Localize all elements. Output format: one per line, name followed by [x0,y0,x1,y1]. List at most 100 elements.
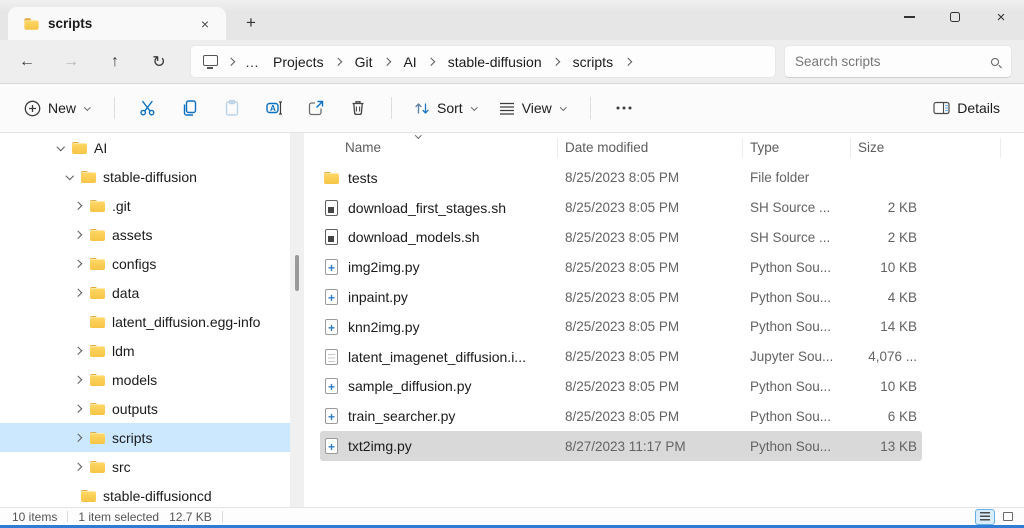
sidebar-item-scripts[interactable]: scripts [0,423,290,452]
date-modified: 8/25/2023 8:05 PM [565,170,680,186]
tree-chevron-icon[interactable] [74,433,83,442]
breadcrumb-item[interactable]: AI [399,52,420,72]
tree-chevron-icon[interactable] [74,346,83,355]
forward-button[interactable]: → [54,46,88,78]
view-button[interactable]: View [491,94,576,122]
sidebar-scrollbar[interactable] [290,133,304,507]
table-row[interactable]: tests 8/25/2023 8:05 PM File folder [320,163,922,193]
table-row[interactable]: knn2img.py 8/25/2023 8:05 PM Python Sou.… [320,312,922,342]
sidebar-item-models[interactable]: models [0,365,290,394]
file-size: 2 KB [887,200,917,216]
details-pane-button[interactable]: Details [925,94,1008,122]
sort-button[interactable]: Sort [406,94,487,122]
more-options-button[interactable] [608,92,640,124]
view-button-label: View [521,100,552,116]
ellipsis-icon [616,106,632,110]
file-size: 2 KB [887,229,917,245]
sidebar-item-src[interactable]: src [0,452,290,481]
table-row[interactable]: img2img.py 8/25/2023 8:05 PM Python Sou.… [320,252,922,282]
table-row[interactable]: download_models.sh 8/25/2023 8:05 PM SH … [320,223,922,253]
file-name: sample_diffusion.py [348,378,472,395]
delete-button[interactable] [342,92,374,124]
table-row[interactable]: download_first_stages.sh 8/25/2023 8:05 … [320,193,922,223]
cut-button[interactable] [132,92,164,124]
table-row[interactable]: latent_imagenet_diffusion.i... 8/25/2023… [320,342,922,372]
column-header-size[interactable]: Size [858,140,884,155]
copy-button[interactable] [174,92,206,124]
sidebar-item-stable-diffusioncd[interactable]: stable-diffusioncd [0,481,290,507]
sidebar-item-assets[interactable]: assets [0,220,290,249]
date-modified: 8/25/2023 8:05 PM [565,200,680,216]
close-tab-icon[interactable]: × [194,13,216,35]
close-window-button[interactable]: × [978,0,1024,34]
sidebar-item-ldm[interactable]: ldm [0,336,290,365]
sidebar-item-label: configs [112,255,157,272]
chevron-right-icon[interactable] [227,57,236,66]
chevron-right-icon[interactable] [553,57,562,66]
tree-chevron-icon[interactable] [65,172,74,181]
tree-chevron-icon[interactable] [65,491,74,500]
date-modified: 8/27/2023 11:17 PM [565,438,686,454]
tree-chevron-icon[interactable] [74,462,83,471]
sidebar-item-configs[interactable]: configs [0,249,290,278]
share-button[interactable] [300,92,332,124]
tree-chevron-icon[interactable] [74,230,83,239]
sidebar-item-latent-diffusion-egg-info[interactable]: latent_diffusion.egg-info [0,307,290,336]
tree-chevron-icon[interactable] [74,317,83,326]
chevron-right-icon[interactable] [428,57,437,66]
sidebar-item-ai[interactable]: AI [0,133,290,162]
sidebar-item--git[interactable]: .git [0,191,290,220]
column-header-name[interactable]: Name [345,140,381,155]
breadcrumb-item[interactable]: Projects [269,52,328,72]
sidebar-item-label: assets [112,226,153,243]
back-button[interactable]: ← [10,46,44,78]
shell-script-file-icon [324,199,339,216]
title-bar: scripts × + × [0,0,1024,40]
column-header-type[interactable]: Type [750,140,779,155]
folder-icon [90,431,105,444]
up-button[interactable]: ↑ [98,46,132,78]
table-row[interactable]: inpaint.py 8/25/2023 8:05 PM Python Sou.… [320,282,922,312]
table-row[interactable]: sample_diffusion.py 8/25/2023 8:05 PM Py… [320,372,922,402]
tree-chevron-icon[interactable] [74,288,83,297]
chevron-right-icon[interactable] [383,57,392,66]
sidebar-item-data[interactable]: data [0,278,290,307]
plus-circle-icon [24,100,41,116]
chevron-right-icon[interactable] [335,57,344,66]
breadcrumb-ellipsis[interactable]: … [243,54,262,70]
column-header-date-modified[interactable]: Date modified [565,140,648,155]
large-icons-view-button[interactable] [998,509,1018,525]
search-input[interactable] [795,54,991,69]
tree-chevron-icon[interactable] [74,404,83,413]
rename-button[interactable]: A [258,92,290,124]
tree-chevron-icon[interactable] [56,143,65,152]
folder-icon [324,171,339,184]
this-pc-icon[interactable] [203,54,218,69]
tab-title: scripts [48,16,93,31]
breadcrumb-item[interactable]: stable-diffusion [444,52,546,72]
file-size: 10 KB [880,259,917,275]
search-icon[interactable] [991,57,999,66]
sidebar-item-outputs[interactable]: outputs [0,394,290,423]
trash-icon [352,101,364,116]
search-box[interactable] [784,45,1012,78]
new-button[interactable]: New [16,94,100,123]
table-row[interactable]: train_searcher.py 8/25/2023 8:05 PM Pyth… [320,401,922,431]
maximize-button[interactable] [932,0,978,34]
chevron-right-icon[interactable] [624,57,633,66]
tree-chevron-icon[interactable] [74,201,83,210]
breadcrumb-item[interactable]: Git [351,52,377,72]
new-tab-button[interactable]: + [238,10,264,36]
paste-button[interactable] [216,92,248,124]
tree-chevron-icon[interactable] [74,375,83,384]
details-view-button[interactable] [975,508,995,525]
explorer-tab[interactable]: scripts × [8,7,226,40]
scrollbar-thumb[interactable] [295,255,299,291]
refresh-button[interactable]: ↻ [142,46,176,78]
sidebar-item-stable-diffusion[interactable]: stable-diffusion [0,162,290,191]
table-row[interactable]: txt2img.py 8/27/2023 11:17 PM Python Sou… [320,431,922,461]
minimize-button[interactable] [886,0,932,34]
tree-chevron-icon[interactable] [74,259,83,268]
file-name-cell: download_models.sh [320,229,557,246]
breadcrumb-item[interactable]: scripts [569,52,617,72]
